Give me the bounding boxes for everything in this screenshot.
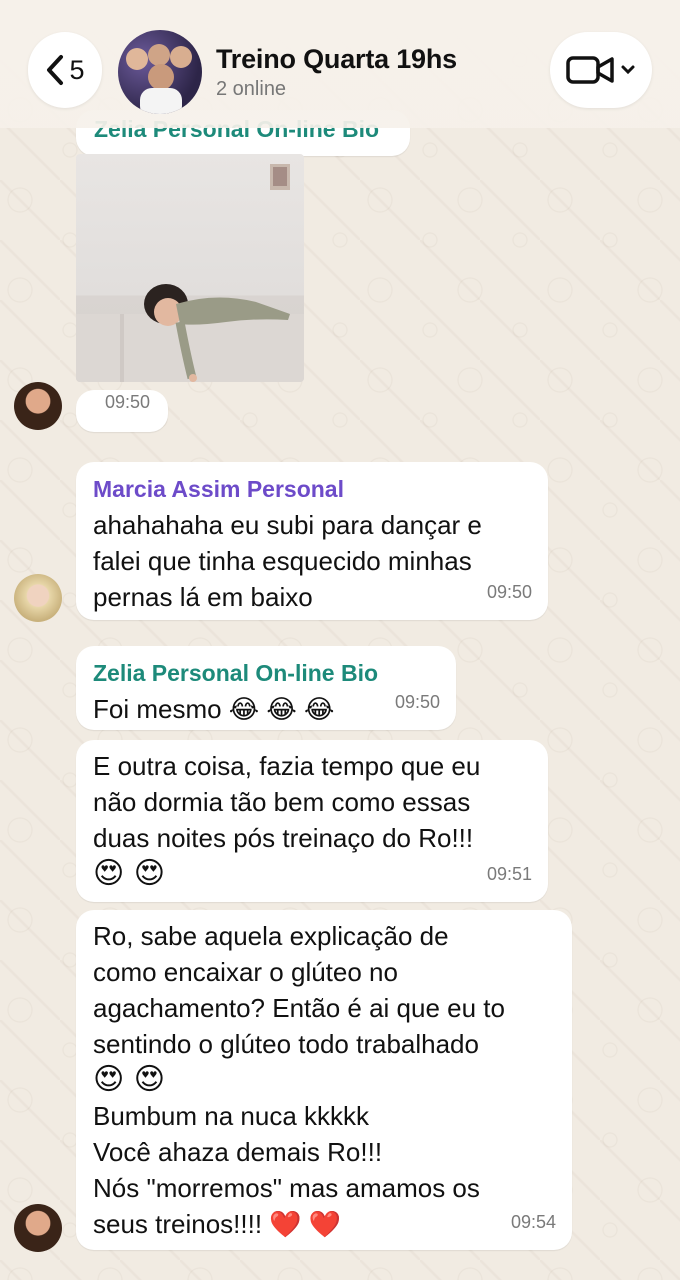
- message-text-line: seus treinos!!!! ❤️ ❤️: [93, 1209, 342, 1239]
- message-time: 09:50: [394, 692, 440, 712]
- message-text-line: agachamento? Então é ai que eu to: [93, 993, 505, 1023]
- message-bubble[interactable]: E outra coisa, fazia tempo que eu não do…: [76, 740, 548, 902]
- chevron-left-icon: [47, 55, 64, 85]
- message-text-line: 😍 😍: [93, 856, 166, 891]
- message-time: 09:51: [486, 864, 532, 884]
- message-text-line: E outra coisa, fazia tempo que eu: [93, 751, 481, 781]
- message-time: 09:50: [486, 582, 532, 602]
- message-bubble[interactable]: Ro, sabe aquela explicação de como encai…: [76, 910, 572, 1250]
- message-text-line: ahahahaha eu subi para dançar e: [93, 510, 482, 540]
- message-text-line: Bumbum na nuca kkkkk: [93, 1101, 370, 1131]
- photo-image: [76, 164, 304, 382]
- message-text-line: falei que tinha esquecido minhas: [93, 546, 472, 576]
- message-text-line: Nós "morremos" mas amamos os: [93, 1173, 480, 1203]
- video-call-button[interactable]: [550, 32, 652, 108]
- message-text-line: sentindo o glúteo todo trabalhado: [93, 1029, 479, 1059]
- sender-name: Marcia Assim Personal: [93, 476, 344, 502]
- message-text-line: 😍 😍: [93, 1062, 166, 1097]
- chat-title: Treino Quarta 19hs: [216, 44, 457, 74]
- chevron-down-icon: [621, 65, 635, 75]
- chat-title-block[interactable]: Treino Quarta 19hs 2 online: [216, 44, 457, 101]
- message-bubble[interactable]: Marcia Assim Personal ahahahaha eu subi …: [76, 462, 548, 620]
- chat-header: 5 Treino Quarta 19hs 2 online: [0, 0, 680, 128]
- unread-count: 5: [69, 54, 85, 85]
- message-bubble[interactable]: Zelia Personal On-line Bio Foi mesmo 😂 😂…: [76, 646, 456, 730]
- message-text-line: não dormia tão bem como essas: [93, 787, 471, 817]
- message-text-line: como encaixar o glúteo no: [93, 957, 398, 987]
- online-status: 2 online: [216, 78, 287, 100]
- message-text-line: pernas lá em baixo: [93, 582, 313, 612]
- avatar-zelia[interactable]: [14, 1204, 62, 1252]
- shared-photo[interactable]: [76, 154, 304, 382]
- message-text-line: Foi mesmo 😂 😂 😂: [93, 694, 335, 724]
- avatar-zelia[interactable]: [14, 382, 62, 430]
- message-bubble-image-footer: 09:50: [76, 390, 168, 432]
- avatar-marcia[interactable]: [14, 574, 62, 622]
- message-time: 09:54: [510, 1212, 556, 1232]
- sender-name: Zelia Personal On-line Bio: [93, 660, 379, 686]
- message-text-line: Ro, sabe aquela explicação de: [93, 921, 449, 951]
- message-text-line: Você ahaza demais Ro!!!: [93, 1137, 383, 1167]
- group-avatar[interactable]: [118, 30, 202, 114]
- back-button[interactable]: 5: [28, 32, 102, 108]
- video-camera-icon: [566, 56, 614, 84]
- message-text-line: duas noites pós treinaço do Ro!!!: [93, 823, 474, 853]
- message-time: 09:50: [104, 392, 150, 412]
